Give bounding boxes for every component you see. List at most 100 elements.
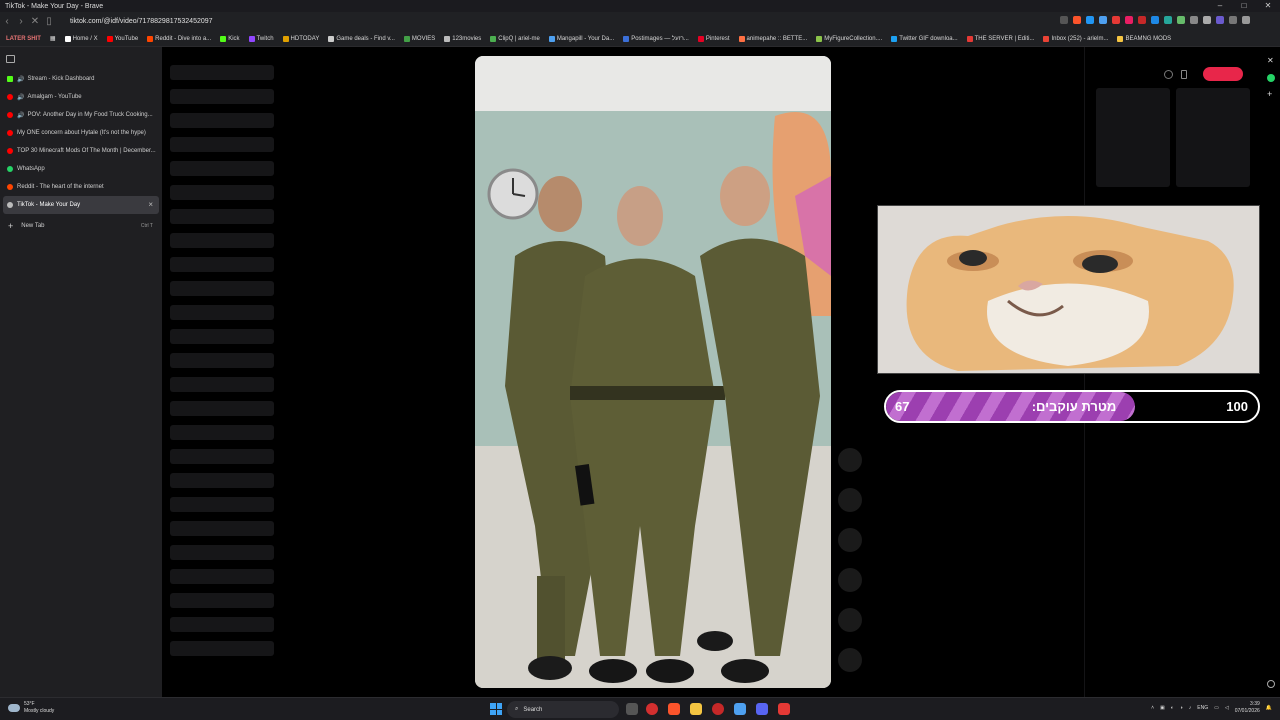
sound-icon[interactable]: 🔊 [17, 94, 24, 101]
bookmark-item[interactable]: MyFigureCollection.... [816, 35, 882, 42]
notification-icon[interactable]: 🔔 [1266, 705, 1272, 711]
tab-item[interactable]: 🔊 Stream - Kick Dashboard [3, 70, 159, 88]
apps-grid-icon[interactable]: ▦ [50, 35, 56, 42]
brave-browser-icon[interactable] [668, 703, 680, 715]
forward-icon[interactable]: › [14, 16, 28, 27]
tab-item[interactable]: WhatsApp [3, 160, 159, 178]
more-button[interactable] [838, 648, 862, 672]
bookmark-item[interactable]: Twitch [248, 35, 274, 42]
share-button[interactable] [838, 568, 862, 592]
bookmark-item[interactable]: Pinterest [697, 35, 730, 42]
bookmark-item[interactable]: Twitter GIF downloa... [891, 35, 958, 42]
bookmark-favicon [891, 35, 898, 42]
comment-button[interactable] [838, 488, 862, 512]
share-icon[interactable] [1060, 16, 1068, 24]
task-view-icon[interactable] [626, 703, 638, 715]
tab-item-active[interactable]: TikTok - Make Your Day × [3, 196, 159, 214]
taskbar-search-box[interactable]: ⌕ Search [507, 701, 619, 718]
tab-item[interactable]: 🔊 Amalgam - YouTube [3, 88, 159, 106]
sound-icon[interactable]: 🔊 [17, 112, 24, 119]
stop-icon[interactable]: ✕ [28, 16, 42, 27]
windows-start-icon[interactable] [490, 703, 502, 715]
add-panel-icon[interactable]: + [1267, 90, 1275, 99]
app-icon[interactable] [712, 703, 724, 715]
like-button[interactable] [838, 448, 862, 472]
minimize-button[interactable]: – [1208, 0, 1232, 12]
video-player[interactable] [475, 56, 831, 688]
extension-icon[interactable] [1099, 16, 1107, 24]
sidebar-panel-icon[interactable] [6, 55, 15, 63]
bookmark-item[interactable]: ClipQ | ariel-me [490, 35, 540, 42]
language-indicator[interactable]: ENG [1197, 705, 1208, 711]
bookmark-item[interactable]: Home / X [64, 35, 98, 42]
tray-app-icon[interactable]: ◐ [1171, 705, 1174, 711]
close-tab-icon[interactable]: × [148, 200, 153, 209]
profile-icon[interactable] [1216, 16, 1224, 24]
maximize-button[interactable]: □ [1232, 0, 1256, 12]
tab-item[interactable]: 🔊 POV: Another Day in My Food Truck Cooki… [3, 106, 159, 124]
media-player-icon[interactable] [646, 703, 658, 715]
device-icon[interactable] [1181, 69, 1187, 79]
tab-item[interactable]: TOP 30 Minecraft Mods Of The Month | Dec… [3, 142, 159, 160]
chevron-up-icon[interactable]: ˄ [1151, 705, 1154, 711]
extension-icon[interactable] [1177, 16, 1185, 24]
weather-widget[interactable]: 53°F Mostly cloudy [8, 701, 54, 715]
bookmark-button[interactable] [838, 528, 862, 552]
microphone-icon[interactable]: ♪ [1189, 705, 1192, 711]
volume-icon[interactable]: ◁ [1225, 705, 1229, 711]
extension-icon[interactable] [1086, 16, 1094, 24]
extension-icon[interactable] [1112, 16, 1120, 24]
whatsapp-icon[interactable] [1267, 74, 1275, 82]
bookmark-item[interactable]: Postimages — רזעל... [623, 35, 689, 42]
bookmark-item[interactable]: Kick [220, 35, 240, 42]
cat-overlay-image [877, 205, 1260, 374]
extensions-puzzle-icon[interactable] [1203, 16, 1211, 24]
x-icon[interactable]: ✕ [1267, 57, 1275, 65]
tab-item[interactable]: My ONE concern about Hytale (It's not th… [3, 124, 159, 142]
bookmark-item[interactable]: animepahe :: BETTE... [738, 35, 807, 42]
tray-app-icon[interactable]: ▣ [1160, 705, 1165, 711]
back-icon[interactable]: ‹ [0, 16, 14, 27]
bookmark-item[interactable]: Inbox (252) - arielm... [1043, 35, 1108, 42]
network-icon[interactable]: ▭ [1214, 705, 1219, 711]
extension-icon[interactable] [1151, 16, 1159, 24]
extension-icon[interactable] [1125, 16, 1133, 24]
app-icon[interactable] [734, 703, 746, 715]
video-thumbnail[interactable] [1096, 88, 1170, 187]
extension-icon[interactable] [1190, 16, 1198, 24]
discord-icon[interactable] [756, 703, 768, 715]
new-tab-button[interactable]: + New Tab Ctrl T [3, 217, 159, 235]
extension-icon[interactable] [1138, 16, 1146, 24]
get-app-button[interactable] [1203, 67, 1243, 81]
bookmark-item[interactable]: THE SERVER | Editi... [966, 35, 1034, 42]
brave-shields-icon[interactable] [1073, 16, 1081, 24]
repost-button[interactable] [838, 608, 862, 632]
tray-app-icon[interactable]: ◑ [1180, 705, 1183, 711]
video-thumbnail[interactable] [1176, 88, 1250, 187]
url-field[interactable]: tiktok.com/@idf/video/717882981753245209… [70, 18, 213, 25]
bookmark-page-icon[interactable]: ▯ [42, 16, 56, 27]
menu-icon[interactable] [1242, 16, 1250, 24]
close-window-button[interactable]: ✕ [1256, 0, 1280, 12]
clock[interactable]: 3:39 07/01/2026 [1235, 701, 1260, 715]
bookmark-folder-later[interactable]: LATER SHIT [6, 36, 41, 42]
bookmark-item[interactable]: Mangapill - Your Da... [548, 35, 614, 42]
bookmark-item[interactable]: MOVIES [403, 35, 436, 42]
bookmark-item[interactable]: 123movies [444, 35, 481, 42]
bookmark-item[interactable]: HDTODAY [282, 35, 319, 42]
extension-icon[interactable] [1164, 16, 1172, 24]
sound-icon[interactable]: 🔊 [17, 76, 24, 83]
bookmark-label: MOVIES [411, 35, 436, 42]
tab-item[interactable]: Reddit - The heart of the internet [3, 178, 159, 196]
bookmark-favicon [1043, 35, 1050, 42]
bookmark-item[interactable]: Reddit - Dive into a... [147, 35, 211, 42]
tab-title: Reddit - The heart of the internet [17, 184, 104, 190]
bookmark-item[interactable]: Game deals - Find v... [328, 35, 395, 42]
link-icon[interactable] [1164, 69, 1173, 79]
bookmark-item[interactable]: BEAMNG MODS [1117, 35, 1171, 42]
app-icon[interactable] [778, 703, 790, 715]
settings-icon[interactable] [1267, 680, 1275, 688]
file-explorer-icon[interactable] [690, 703, 702, 715]
download-icon[interactable] [1229, 16, 1237, 24]
bookmark-item[interactable]: YouTube [106, 35, 138, 42]
